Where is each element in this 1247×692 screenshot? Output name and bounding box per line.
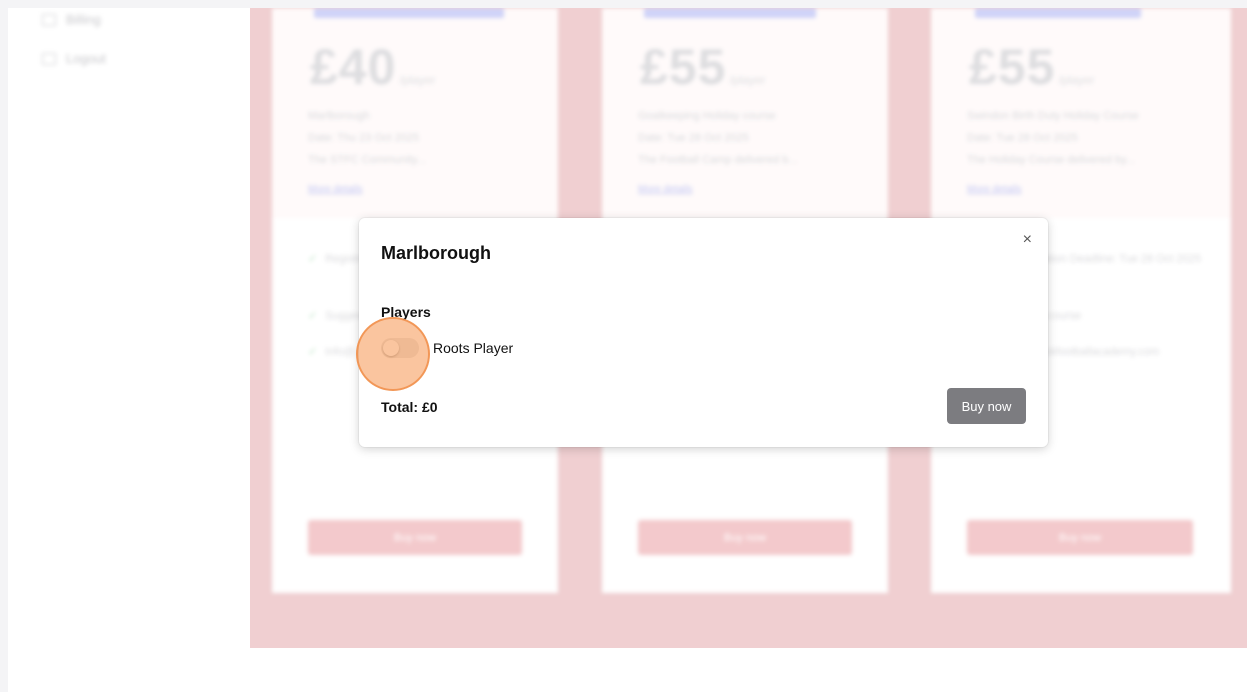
players-section-label: Players: [381, 304, 431, 320]
player-toggle[interactable]: [381, 338, 419, 358]
toggle-knob: [383, 340, 399, 356]
player-row: Roots Player: [381, 338, 513, 358]
booking-modal: Marlborough × Players Roots Player Total…: [359, 218, 1048, 447]
modal-title: Marlborough: [381, 243, 491, 263]
total-price: Total: £0: [381, 399, 438, 415]
player-name: Roots Player: [433, 340, 514, 356]
close-icon[interactable]: ×: [1023, 232, 1032, 248]
buy-now-button[interactable]: Buy now: [947, 388, 1026, 424]
